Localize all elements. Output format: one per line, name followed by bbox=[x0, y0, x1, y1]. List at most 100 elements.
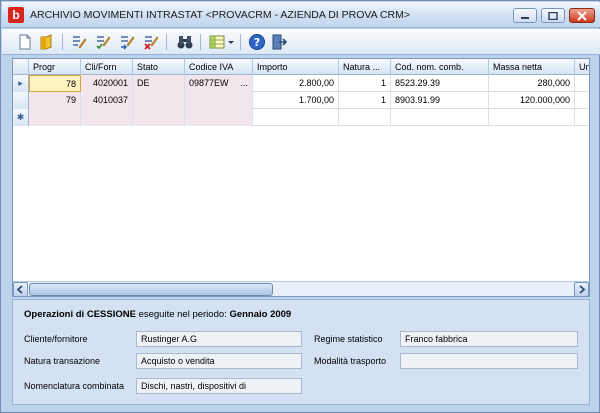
maximize-button[interactable] bbox=[541, 8, 565, 23]
edit-confirm-icon bbox=[96, 36, 111, 50]
close-icon bbox=[577, 10, 587, 21]
scroll-left-button[interactable] bbox=[13, 282, 28, 296]
grid-header: Progr Cli/Forn Stato Codice IVA Importo … bbox=[13, 59, 589, 75]
column-header-stato[interactable]: Stato bbox=[133, 59, 185, 75]
cell-un[interactable] bbox=[575, 92, 589, 109]
toolbar-separator bbox=[240, 34, 241, 50]
open-button[interactable] bbox=[38, 33, 56, 51]
cliente-field: Rustinger A.G bbox=[136, 331, 302, 347]
edit-icon bbox=[73, 36, 87, 49]
cell-codice-iva[interactable] bbox=[185, 92, 253, 109]
column-header-un[interactable]: Un bbox=[575, 59, 589, 75]
cell-natura[interactable]: 1 bbox=[339, 75, 391, 92]
column-header-cod-nom[interactable]: Cod. nom. comb. bbox=[391, 59, 489, 75]
cell-cod-nom[interactable] bbox=[391, 109, 489, 126]
cell-codice-iva-more: ... bbox=[240, 78, 248, 88]
row-indicator bbox=[13, 92, 29, 109]
cell-codice-iva[interactable] bbox=[185, 109, 253, 126]
delete-button[interactable] bbox=[142, 33, 160, 51]
cell-cod-nom[interactable]: 8523.29.39 bbox=[391, 75, 489, 92]
regime-field: Franco fabbrica bbox=[400, 331, 578, 347]
modalita-field bbox=[400, 353, 578, 369]
cell-natura[interactable]: 1 bbox=[339, 92, 391, 109]
horizontal-scrollbar[interactable] bbox=[13, 281, 589, 296]
natura-label: Natura transazione bbox=[24, 356, 101, 366]
app-logo-icon: b bbox=[8, 7, 24, 23]
period-value: Gennaio 2009 bbox=[229, 309, 292, 320]
search-button[interactable] bbox=[176, 33, 194, 51]
cell-stato[interactable] bbox=[133, 92, 185, 109]
cell-importo[interactable]: 2.800,00 bbox=[253, 75, 339, 92]
help-icon: ? bbox=[249, 34, 265, 50]
cell-un[interactable] bbox=[575, 75, 589, 92]
new-button[interactable] bbox=[16, 33, 34, 51]
operation-type: CESSIONE bbox=[86, 309, 136, 320]
view-options-icon bbox=[209, 35, 234, 49]
toolbar-separator bbox=[62, 34, 63, 50]
view-options-button[interactable] bbox=[208, 33, 236, 51]
edit-confirm-button[interactable] bbox=[94, 33, 112, 51]
exit-icon bbox=[272, 34, 288, 50]
cell-massa[interactable]: 280,000 bbox=[489, 75, 575, 92]
maximize-icon bbox=[548, 11, 558, 20]
column-header-progr[interactable]: Progr bbox=[29, 59, 81, 75]
minimize-icon bbox=[521, 16, 529, 19]
cell-importo[interactable] bbox=[253, 109, 339, 126]
new-icon bbox=[19, 34, 31, 50]
column-header-codice-iva[interactable]: Codice IVA bbox=[185, 59, 253, 75]
cell-un[interactable] bbox=[575, 109, 589, 126]
column-header-cliforn[interactable]: Cli/Forn bbox=[81, 59, 133, 75]
modalita-label: Modalità trasporto bbox=[314, 356, 387, 366]
column-header-massa[interactable]: Massa netta bbox=[489, 59, 575, 75]
cliente-label: Cliente/fornitore bbox=[24, 334, 88, 344]
cell-cod-nom[interactable]: 8903.91.99 bbox=[391, 92, 489, 109]
cell-stato[interactable]: DE bbox=[133, 75, 185, 92]
cell-progr[interactable]: 79 bbox=[29, 92, 81, 109]
cell-massa[interactable]: 120.000,000 bbox=[489, 92, 575, 109]
new-row-indicator: ✱ bbox=[13, 109, 29, 126]
detail-panel: Operazioni di CESSIONE eseguite nel peri… bbox=[12, 299, 590, 405]
toolbar-separator bbox=[166, 34, 167, 50]
cell-cliforn[interactable]: 4010037 bbox=[81, 92, 133, 109]
regime-label: Regime statistico bbox=[314, 334, 383, 344]
cell-cliforn[interactable]: 4020001 bbox=[81, 75, 133, 92]
close-button[interactable] bbox=[569, 8, 595, 23]
table-row[interactable]: 79 4010037 1.700,00 1 8903.91.99 120.000… bbox=[13, 92, 589, 109]
toolbar: ? bbox=[2, 29, 600, 55]
table-row[interactable]: ▸ 78 4020001 DE 09877EW ... 2.800,00 1 8… bbox=[13, 75, 589, 92]
open-icon bbox=[40, 34, 52, 50]
panel-title-prefix: Operazioni di bbox=[24, 309, 85, 320]
cell-cliforn[interactable] bbox=[81, 109, 133, 126]
delete-icon bbox=[144, 36, 159, 50]
toolbar-separator bbox=[200, 34, 201, 50]
scroll-thumb[interactable] bbox=[29, 283, 273, 296]
main-window: b ARCHIVIO MOVIMENTI INTRASTAT <PROVACRM… bbox=[0, 0, 600, 413]
cell-progr[interactable] bbox=[29, 109, 81, 126]
search-binoculars-icon bbox=[177, 36, 193, 49]
row-indicator: ▸ bbox=[13, 75, 29, 92]
scroll-right-button[interactable] bbox=[574, 282, 589, 296]
help-button[interactable]: ? bbox=[248, 33, 266, 51]
panel-title: Operazioni di CESSIONE eseguite nel peri… bbox=[24, 309, 291, 320]
window-title: ARCHIVIO MOVIMENTI INTRASTAT <PROVACRM -… bbox=[30, 9, 410, 21]
column-header-importo[interactable]: Importo bbox=[253, 59, 339, 75]
cell-codice-iva-value: 09877EW bbox=[189, 78, 229, 88]
minimize-button[interactable] bbox=[513, 8, 537, 23]
cell-natura[interactable] bbox=[339, 109, 391, 126]
cell-codice-iva[interactable]: 09877EW ... bbox=[185, 75, 253, 92]
edit-next-button[interactable] bbox=[118, 33, 136, 51]
cell-massa[interactable] bbox=[489, 109, 575, 126]
column-header-natura[interactable]: Natura ... bbox=[339, 59, 391, 75]
arrow-right-icon bbox=[579, 285, 586, 294]
natura-field: Acquisto o vendita bbox=[136, 353, 302, 369]
new-record-row[interactable]: ✱ bbox=[13, 109, 589, 126]
edit-button[interactable] bbox=[70, 33, 88, 51]
title-bar[interactable]: b ARCHIVIO MOVIMENTI INTRASTAT <PROVACRM… bbox=[2, 2, 600, 28]
movements-grid[interactable]: Progr Cli/Forn Stato Codice IVA Importo … bbox=[12, 58, 590, 297]
arrow-left-icon bbox=[16, 285, 23, 294]
exit-button[interactable] bbox=[270, 33, 288, 51]
nomenclatura-label: Nomenclatura combinata bbox=[24, 381, 125, 391]
cell-progr[interactable]: 78 bbox=[29, 75, 81, 92]
cell-importo[interactable]: 1.700,00 bbox=[253, 92, 339, 109]
cell-stato[interactable] bbox=[133, 109, 185, 126]
